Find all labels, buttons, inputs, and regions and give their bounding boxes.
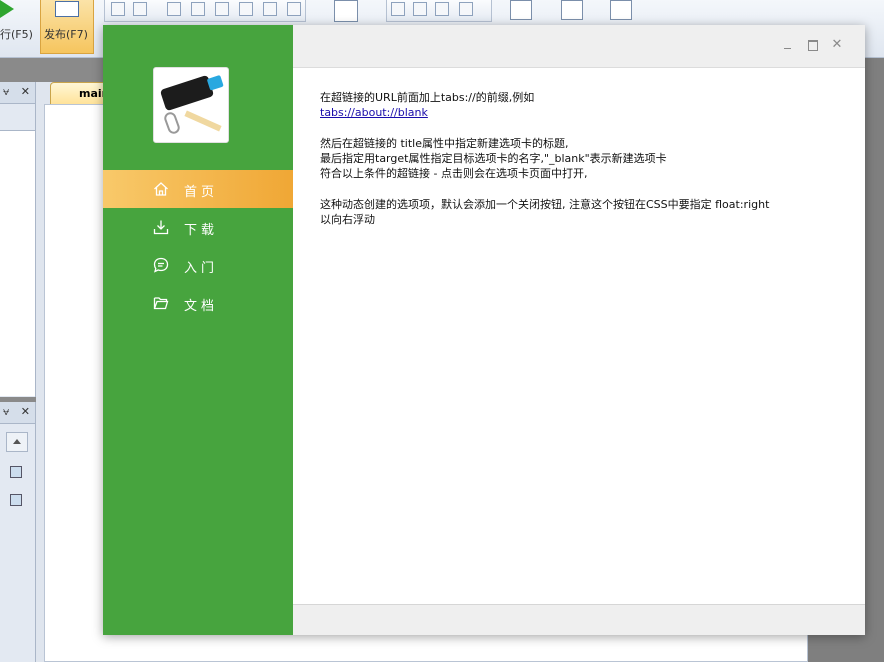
view-icon-2[interactable]	[413, 2, 427, 16]
edit-toolbar-group	[104, 0, 306, 22]
publish-button-label: 发布(F7)	[44, 28, 88, 41]
content-text: 这种动态创建的选项项，默认会添加一个关闭按钮, 注意这个按钮在CSS中要指定 f…	[320, 198, 770, 211]
publish-button[interactable]: 发布(F7)	[40, 0, 94, 54]
example-link[interactable]: tabs://about://blank	[320, 106, 428, 119]
pin-icon[interactable]: ⩝	[3, 85, 9, 98]
left-panel2-header: ⩝ ✕	[0, 402, 35, 424]
avatar	[153, 67, 229, 143]
document-tab[interactable]: main	[50, 82, 110, 104]
home-icon	[153, 181, 169, 197]
sidebar-item-getting-started[interactable]: 入门	[103, 246, 293, 284]
content-text: 然后在超链接的 title属性中指定新建选项卡的标题,	[320, 137, 569, 150]
app-window: 首页 下载 入门 文档 ✕ 在超链接的URL前面加上tabs://的前缀,例如 …	[103, 25, 865, 635]
minimize-icon[interactable]	[781, 38, 795, 52]
sidebar: 首页 下载 入门 文档	[103, 25, 293, 635]
paste-icon[interactable]	[167, 2, 181, 16]
folder-icon	[153, 295, 169, 311]
indent-left-icon[interactable]	[215, 2, 229, 16]
window-titlebar[interactable]: ✕	[293, 25, 865, 68]
content-text: 最后指定用target属性指定目标选项卡的名字,"_blank"表示新建选项卡	[320, 152, 667, 165]
view-icon-1[interactable]	[391, 2, 405, 16]
left-panel-top: ⩝ ✕	[0, 82, 36, 397]
content-text: 在超链接的URL前面加上tabs://的前缀,例如	[320, 91, 535, 104]
content-text: 符合以上条件的超链接 - 点击则会在选项卡页面中打开,	[320, 167, 588, 180]
window-footer	[293, 604, 865, 635]
sidebar-item-label: 文档	[184, 299, 219, 314]
scroll-up-button[interactable]	[6, 432, 28, 452]
chat-icon	[153, 257, 169, 273]
view-icon-4[interactable]	[459, 2, 473, 16]
format-icon[interactable]	[191, 2, 205, 16]
panel-close-icon[interactable]: ✕	[21, 85, 30, 98]
pencil-image	[184, 110, 222, 132]
run-button[interactable]: 行(F5)	[0, 0, 34, 52]
numbered-list-icon[interactable]	[287, 2, 301, 16]
cut-icon[interactable]	[111, 2, 125, 16]
pin-icon[interactable]: ⩝	[3, 405, 9, 418]
sidebar-nav: 首页 下载 入门 文档	[103, 170, 293, 322]
cascade-icon[interactable]	[610, 0, 632, 20]
new-window-icon[interactable]	[510, 0, 532, 20]
publish-icon	[55, 1, 79, 17]
view-icon-3[interactable]	[435, 2, 449, 16]
usb-drive-image	[159, 74, 215, 112]
content-text: 以向右浮动	[320, 213, 375, 226]
form-icon[interactable]	[10, 494, 22, 506]
split-view-icon[interactable]	[561, 0, 583, 20]
sidebar-item-docs[interactable]: 文档	[103, 284, 293, 322]
sidebar-item-label: 入门	[184, 261, 219, 276]
sidebar-item-home[interactable]: 首页	[103, 170, 293, 208]
panel-close-icon[interactable]: ✕	[21, 405, 30, 418]
sidebar-item-download[interactable]: 下载	[103, 208, 293, 246]
image-icon[interactable]	[10, 466, 22, 478]
list-icon[interactable]	[263, 2, 277, 16]
run-button-label: 行(F5)	[0, 28, 33, 41]
left-panel-body	[0, 130, 35, 396]
play-icon	[0, 0, 14, 18]
copy-icon[interactable]	[133, 2, 147, 16]
main-content: 在超链接的URL前面加上tabs://的前缀,例如 tabs://about:/…	[293, 68, 865, 604]
page-icon[interactable]	[334, 0, 358, 22]
download-icon	[153, 219, 169, 235]
left-panel-header: ⩝ ✕	[0, 82, 35, 104]
sidebar-item-label: 首页	[184, 185, 219, 200]
view-toolbar-group	[386, 0, 492, 22]
indent-right-icon[interactable]	[239, 2, 253, 16]
maximize-icon[interactable]	[806, 38, 820, 52]
left-panel-bottom: ⩝ ✕	[0, 402, 36, 662]
close-icon[interactable]: ✕	[830, 38, 844, 52]
sidebar-item-label: 下载	[184, 223, 219, 238]
paperclip-image	[162, 110, 182, 136]
